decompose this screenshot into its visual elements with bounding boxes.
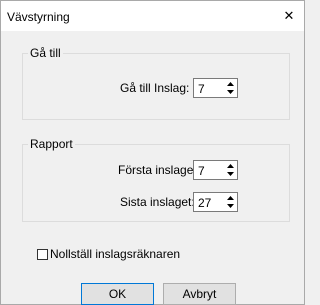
spin-up-button[interactable] <box>225 80 235 88</box>
cancel-button[interactable]: Avbryt <box>163 283 236 305</box>
spin-up-button[interactable] <box>225 162 235 170</box>
window-title: Vävstyrning <box>7 10 70 24</box>
goto-spin-buttons <box>225 80 235 96</box>
spin-down-button[interactable] <box>225 88 235 96</box>
goto-inslag-spinbox[interactable]: 7 <box>193 78 238 98</box>
reset-counter-checkbox[interactable] <box>37 248 48 260</box>
first-inslag-label: Första inslaget: <box>118 163 201 177</box>
report-group-label: Rapport <box>28 137 75 151</box>
goto-inslag-value[interactable]: 7 <box>198 82 205 96</box>
first-spin-buttons <box>225 162 235 178</box>
last-inslag-spinbox[interactable]: 27 <box>193 192 238 212</box>
cancel-button-label: Avbryt <box>182 287 217 301</box>
last-inslag-label: Sista inslaget: <box>120 195 195 209</box>
dialog-window: Vävstyrning ✕ Gå till Gå till Inslag: 7 … <box>0 0 305 305</box>
triangle-down-icon <box>226 172 234 176</box>
ok-button-label: OK <box>108 287 127 301</box>
first-inslag-value[interactable]: 7 <box>198 164 205 178</box>
first-inslag-spinbox[interactable]: 7 <box>193 160 238 180</box>
triangle-up-icon <box>226 196 234 200</box>
reset-counter-checkbox-row[interactable]: Nollställ inslagsräknaren <box>37 247 180 261</box>
last-inslag-value[interactable]: 27 <box>198 196 211 210</box>
triangle-up-icon <box>226 82 234 86</box>
report-group: Rapport Första inslaget: 7 Sista inslage… <box>22 137 290 222</box>
goto-inslag-label: Gå till Inslag: <box>120 81 190 95</box>
reset-counter-label[interactable]: Nollställ inslagsräknaren <box>50 247 180 261</box>
spin-up-button[interactable] <box>225 194 235 202</box>
spin-down-button[interactable] <box>225 202 235 210</box>
triangle-down-icon <box>226 90 234 94</box>
goto-group-label: Gå till <box>28 46 63 60</box>
last-spin-buttons <box>225 194 235 210</box>
triangle-down-icon <box>226 204 234 208</box>
close-icon: ✕ <box>283 8 295 23</box>
close-button[interactable]: ✕ <box>274 1 304 31</box>
goto-group: Gå till Gå till Inslag: 7 <box>22 46 290 120</box>
spin-down-button[interactable] <box>225 170 235 178</box>
triangle-up-icon <box>226 164 234 168</box>
ok-button[interactable]: OK <box>81 283 154 305</box>
title-bar: Vävstyrning ✕ <box>1 1 304 31</box>
